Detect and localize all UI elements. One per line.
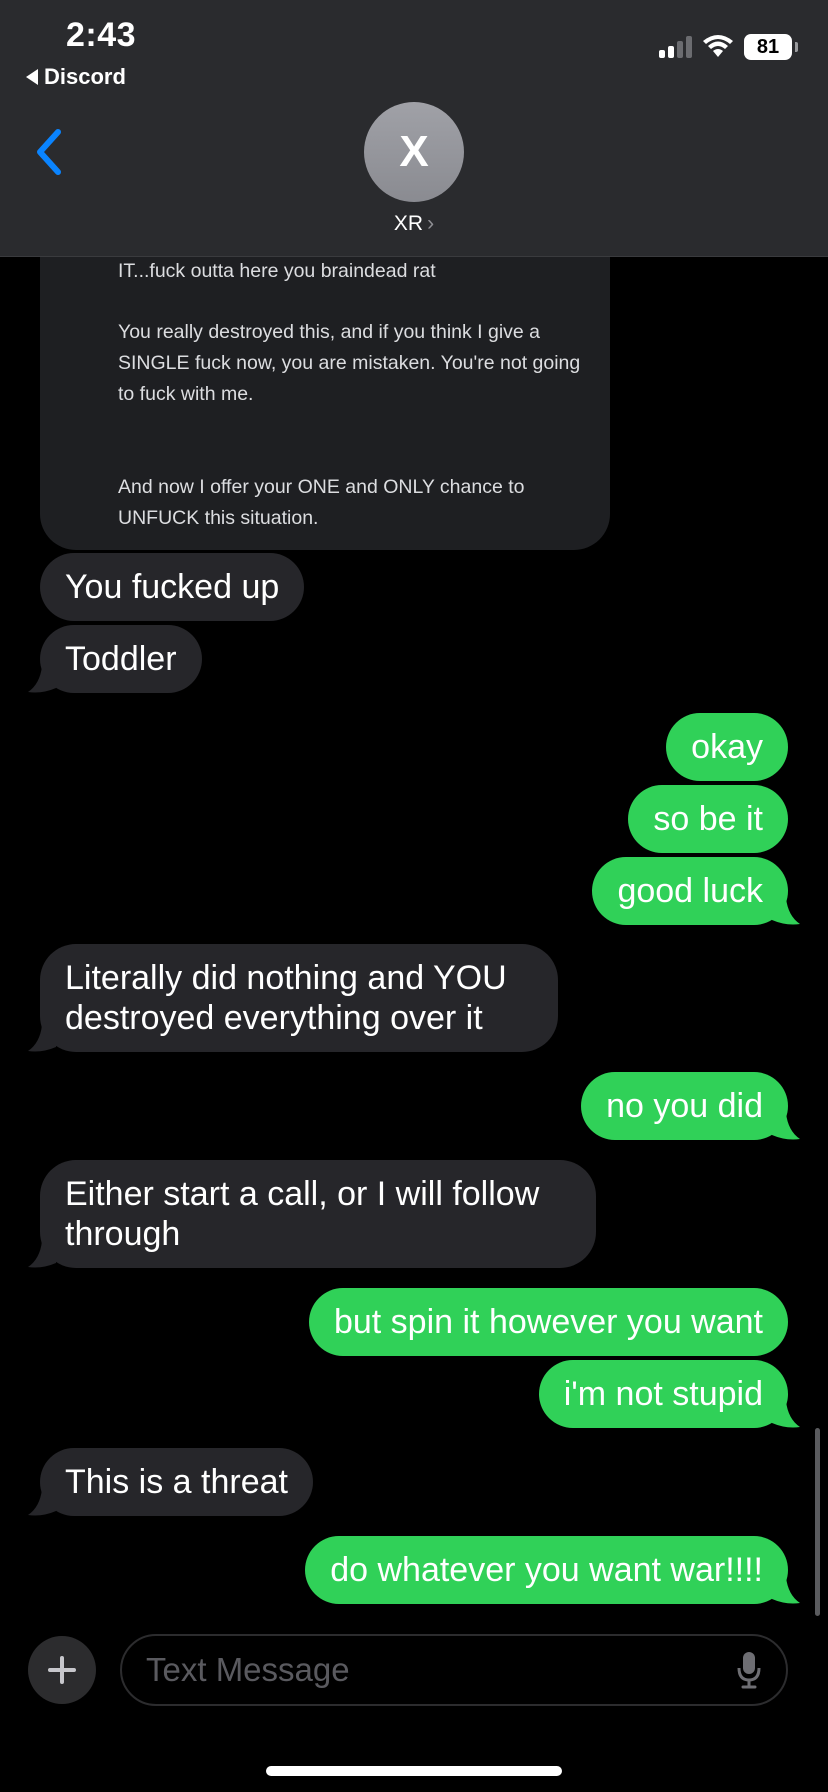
wifi-icon <box>703 35 733 57</box>
outgoing-message[interactable]: so be it <box>628 785 788 853</box>
contact-name-row[interactable]: XR › <box>0 212 828 236</box>
incoming-message[interactable]: Either start a call, or I will follow th… <box>40 1160 596 1268</box>
image-text-line: IT...fuck outta here you braindead rat <box>118 260 436 282</box>
message-input[interactable] <box>146 1651 736 1689</box>
conversation-header: 2:43 Discord 81 X XR › <box>0 0 828 257</box>
bubble-tail <box>28 1241 56 1268</box>
image-text-line: You really destroyed this, and if you th… <box>118 321 581 405</box>
cellular-signal-icon <box>659 36 692 58</box>
back-chevron-icon[interactable] <box>30 124 70 180</box>
contact-avatar[interactable]: X <box>364 102 464 202</box>
image-text-line: And now I offer your ONE and ONLY chance… <box>118 476 525 529</box>
bubble-tail <box>772 1113 800 1140</box>
back-app-label: Discord <box>44 64 126 89</box>
bubble-tail <box>772 898 800 925</box>
battery-indicator: 81 <box>744 34 798 60</box>
status-icons: 81 <box>659 34 798 60</box>
status-time: 2:43 <box>66 16 137 54</box>
back-to-app-link[interactable]: Discord <box>26 64 126 90</box>
message-input-container[interactable] <box>120 1634 788 1706</box>
outgoing-message[interactable]: no you did <box>581 1072 788 1140</box>
incoming-message[interactable]: Literally did nothing and YOU destroyed … <box>40 944 558 1052</box>
bubble-tail <box>28 1025 56 1052</box>
bubble-tail <box>772 1401 800 1428</box>
bubble-tail <box>28 666 56 693</box>
scrollbar[interactable] <box>815 1428 820 1616</box>
outgoing-message[interactable]: okay <box>666 713 788 781</box>
back-triangle-icon <box>26 69 38 85</box>
incoming-message[interactable]: Toddler <box>40 625 202 693</box>
bubble-tail <box>28 1489 56 1516</box>
add-attachment-button[interactable] <box>28 1636 96 1704</box>
outgoing-message[interactable]: do whatever you want war!!!! <box>305 1536 788 1604</box>
incoming-message[interactable]: You fucked up <box>40 553 305 621</box>
plus-icon <box>48 1656 76 1684</box>
outgoing-message[interactable]: good luck <box>592 857 788 925</box>
incoming-message[interactable]: This is a threat <box>40 1448 313 1516</box>
microphone-icon[interactable] <box>736 1650 762 1690</box>
chevron-right-icon: › <box>427 212 435 235</box>
outgoing-message[interactable]: but spin it however you want <box>308 1288 788 1356</box>
bubble-tail <box>772 1577 800 1604</box>
contact-name: XR <box>393 212 424 235</box>
outgoing-message[interactable]: i'm not stupid <box>538 1360 788 1428</box>
home-indicator[interactable] <box>266 1766 562 1776</box>
